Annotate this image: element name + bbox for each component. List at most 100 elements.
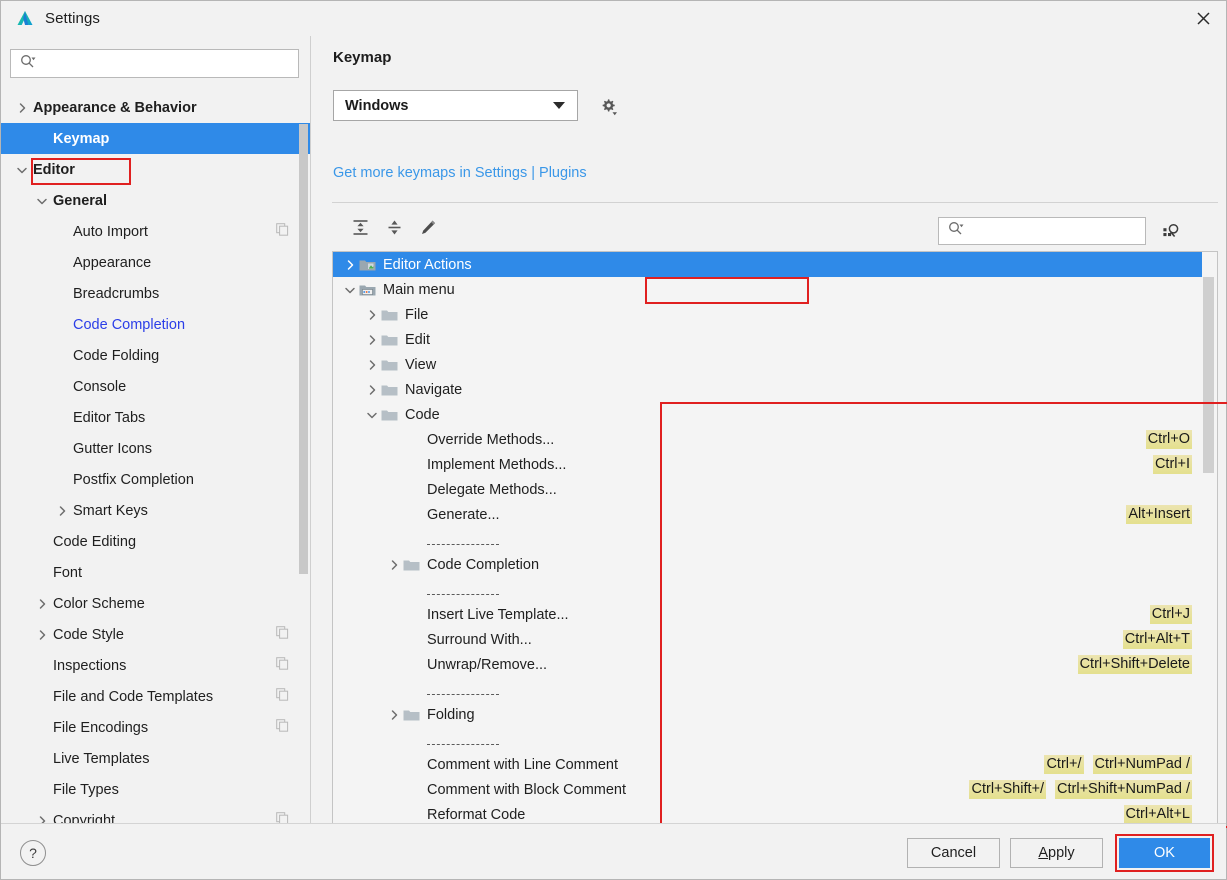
keymap-row-main-menu[interactable]: Main menu (333, 277, 1202, 302)
sidebar-item-editor-tabs[interactable]: Editor Tabs (1, 402, 310, 433)
sidebar-item-copyright[interactable]: Copyright (1, 805, 310, 823)
keymap-row-implement-methods[interactable]: Implement Methods... Ctrl+I (333, 452, 1202, 477)
shortcut-badge: Ctrl+/ (1044, 755, 1084, 774)
folder-icon (381, 358, 401, 372)
keymap-search-input[interactable] (968, 222, 1148, 240)
menu-separator-line (423, 732, 1192, 748)
sidebar-item-smart-keys[interactable]: Smart Keys (1, 495, 310, 526)
folder-icon (403, 558, 423, 572)
sidebar-item-general[interactable]: General (1, 185, 310, 216)
sidebar-item-auto-import[interactable]: Auto Import (1, 216, 310, 247)
keymap-action-label: Edit (405, 331, 430, 348)
keymap-search-box[interactable] (938, 217, 1148, 245)
close-icon[interactable] (1180, 1, 1226, 35)
chevron-collapsed-icon[interactable] (51, 505, 73, 517)
shortcut-list: Ctrl+Alt+T (1122, 630, 1202, 649)
sidebar-item-appearance[interactable]: Appearance (1, 247, 310, 278)
chevron-collapsed-icon[interactable] (11, 102, 33, 114)
sidebar-item-code-completion[interactable]: Code Completion (1, 309, 310, 340)
sidebar-item-console[interactable]: Console (1, 371, 310, 402)
sidebar-item-label: Code Editing (53, 533, 137, 550)
window-title: Settings (45, 10, 100, 27)
keymap-row-generate[interactable]: Generate... Alt+Insert (333, 502, 1202, 527)
sidebar-item-editor[interactable]: Editor (1, 154, 310, 185)
keymap-row-unwrap-remove[interactable]: Unwrap/Remove... Ctrl+Shift+Delete (333, 652, 1202, 677)
chevron-collapsed-icon[interactable] (341, 259, 359, 271)
expand-all-icon[interactable] (345, 212, 375, 242)
find-by-shortcut-icon[interactable] (1157, 217, 1185, 245)
chevron-expanded-icon[interactable] (31, 195, 53, 207)
keymap-tree-scrollbar[interactable] (1203, 253, 1216, 827)
sidebar-item-live-templates[interactable]: Live Templates (1, 743, 310, 774)
help-button[interactable]: ? (20, 840, 46, 866)
sidebar-item-keymap[interactable]: Keymap (1, 123, 310, 154)
chevron-collapsed-icon[interactable] (363, 309, 381, 321)
chevron-collapsed-icon[interactable] (385, 559, 403, 571)
keymap-row-code-completion[interactable]: Code Completion (333, 552, 1202, 577)
keymap-row-navigate[interactable]: Navigate (333, 377, 1202, 402)
sidebar-item-gutter-icons[interactable]: Gutter Icons (1, 433, 310, 464)
sidebar-item-file-encodings[interactable]: File Encodings (1, 712, 310, 743)
project-scope-icon (276, 719, 289, 736)
menu-separator (333, 527, 1202, 552)
keymap-row-comment-with-block-comment[interactable]: Comment with Block Comment Ctrl+Shift+/Ct… (333, 777, 1202, 802)
chevron-collapsed-icon[interactable] (363, 334, 381, 346)
cancel-button[interactable]: Cancel (907, 838, 1000, 868)
menu-separator-line (423, 532, 1192, 548)
sidebar-item-code-editing[interactable]: Code Editing (1, 526, 310, 557)
sidebar-item-label: Breadcrumbs (73, 285, 160, 302)
sidebar-search-box[interactable] (10, 49, 299, 78)
ok-button[interactable]: OK (1119, 838, 1210, 868)
title-bar: Settings (1, 1, 1226, 36)
keymap-action-label: Folding (427, 706, 475, 723)
sidebar-scrollbar[interactable] (299, 124, 308, 574)
sidebar-search-input[interactable] (40, 55, 298, 72)
sidebar-item-font[interactable]: Font (1, 557, 310, 588)
apply-button[interactable]: Apply (1010, 838, 1103, 868)
keymap-row-file[interactable]: File (333, 302, 1202, 327)
sidebar-item-label: File Types (53, 781, 119, 798)
chevron-collapsed-icon[interactable] (31, 629, 53, 641)
sidebar-item-label: Appearance (73, 254, 152, 271)
gear-icon[interactable] (593, 92, 623, 120)
sidebar-item-file-and-code-templates[interactable]: File and Code Templates (1, 681, 310, 712)
keymap-row-comment-with-line-comment[interactable]: Comment with Line Comment Ctrl+/ Ctrl+NumP… (333, 752, 1202, 777)
pencil-icon[interactable] (413, 212, 443, 242)
keymap-row-surround-with[interactable]: Surround With... Ctrl+Alt+T (333, 627, 1202, 652)
chevron-collapsed-icon[interactable] (363, 384, 381, 396)
sidebar-item-code-style[interactable]: Code Style (1, 619, 310, 650)
keymap-row-insert-live-template[interactable]: Insert Live Template... Ctrl+J (333, 602, 1202, 627)
sidebar-item-postfix-completion[interactable]: Postfix Completion (1, 464, 310, 495)
chevron-collapsed-icon[interactable] (31, 598, 53, 610)
keymap-row-override-methods[interactable]: Override Methods... Ctrl+O (333, 427, 1202, 452)
chevron-expanded-icon[interactable] (363, 409, 381, 421)
sidebar-item-code-folding[interactable]: Code Folding (1, 340, 310, 371)
keymap-row-folding[interactable]: Folding (333, 702, 1202, 727)
sidebar-item-appearance-behavior[interactable]: Appearance & Behavior (1, 92, 310, 123)
keymap-row-delegate-methods[interactable]: Delegate Methods... (333, 477, 1202, 502)
keymap-row-view[interactable]: View (333, 352, 1202, 377)
chevron-collapsed-icon[interactable] (385, 709, 403, 721)
keymap-tree-scrollbar-thumb[interactable] (1203, 277, 1214, 473)
keymap-row-code[interactable]: Code (333, 402, 1202, 427)
keymap-select[interactable]: Windows (333, 90, 578, 121)
sidebar-item-color-scheme[interactable]: Color Scheme (1, 588, 310, 619)
chevron-expanded-icon[interactable] (11, 164, 33, 176)
chevron-collapsed-icon[interactable] (31, 815, 53, 823)
get-more-keymaps-link[interactable]: Get more keymaps in Settings | Plugins (333, 165, 587, 181)
sidebar-item-breadcrumbs[interactable]: Breadcrumbs (1, 278, 310, 309)
chevron-expanded-icon[interactable] (341, 284, 359, 296)
sidebar-item-file-types[interactable]: File Types (1, 774, 310, 805)
keymap-toolbar (332, 208, 1218, 250)
project-scope-icon (276, 223, 289, 240)
sidebar-item-label: Keymap (53, 130, 110, 147)
sidebar-item-label: Editor Tabs (73, 409, 146, 426)
intellij-logo-icon (15, 9, 35, 29)
keymap-select-value: Windows (345, 97, 409, 114)
collapse-all-icon[interactable] (379, 212, 409, 242)
sidebar-item-inspections[interactable]: Inspections (1, 650, 310, 681)
chevron-collapsed-icon[interactable] (363, 359, 381, 371)
sidebar-item-label: Code Folding (73, 347, 160, 364)
keymap-row-edit[interactable]: Edit (333, 327, 1202, 352)
keymap-row-editor-actions[interactable]: Editor Actions (333, 252, 1202, 277)
